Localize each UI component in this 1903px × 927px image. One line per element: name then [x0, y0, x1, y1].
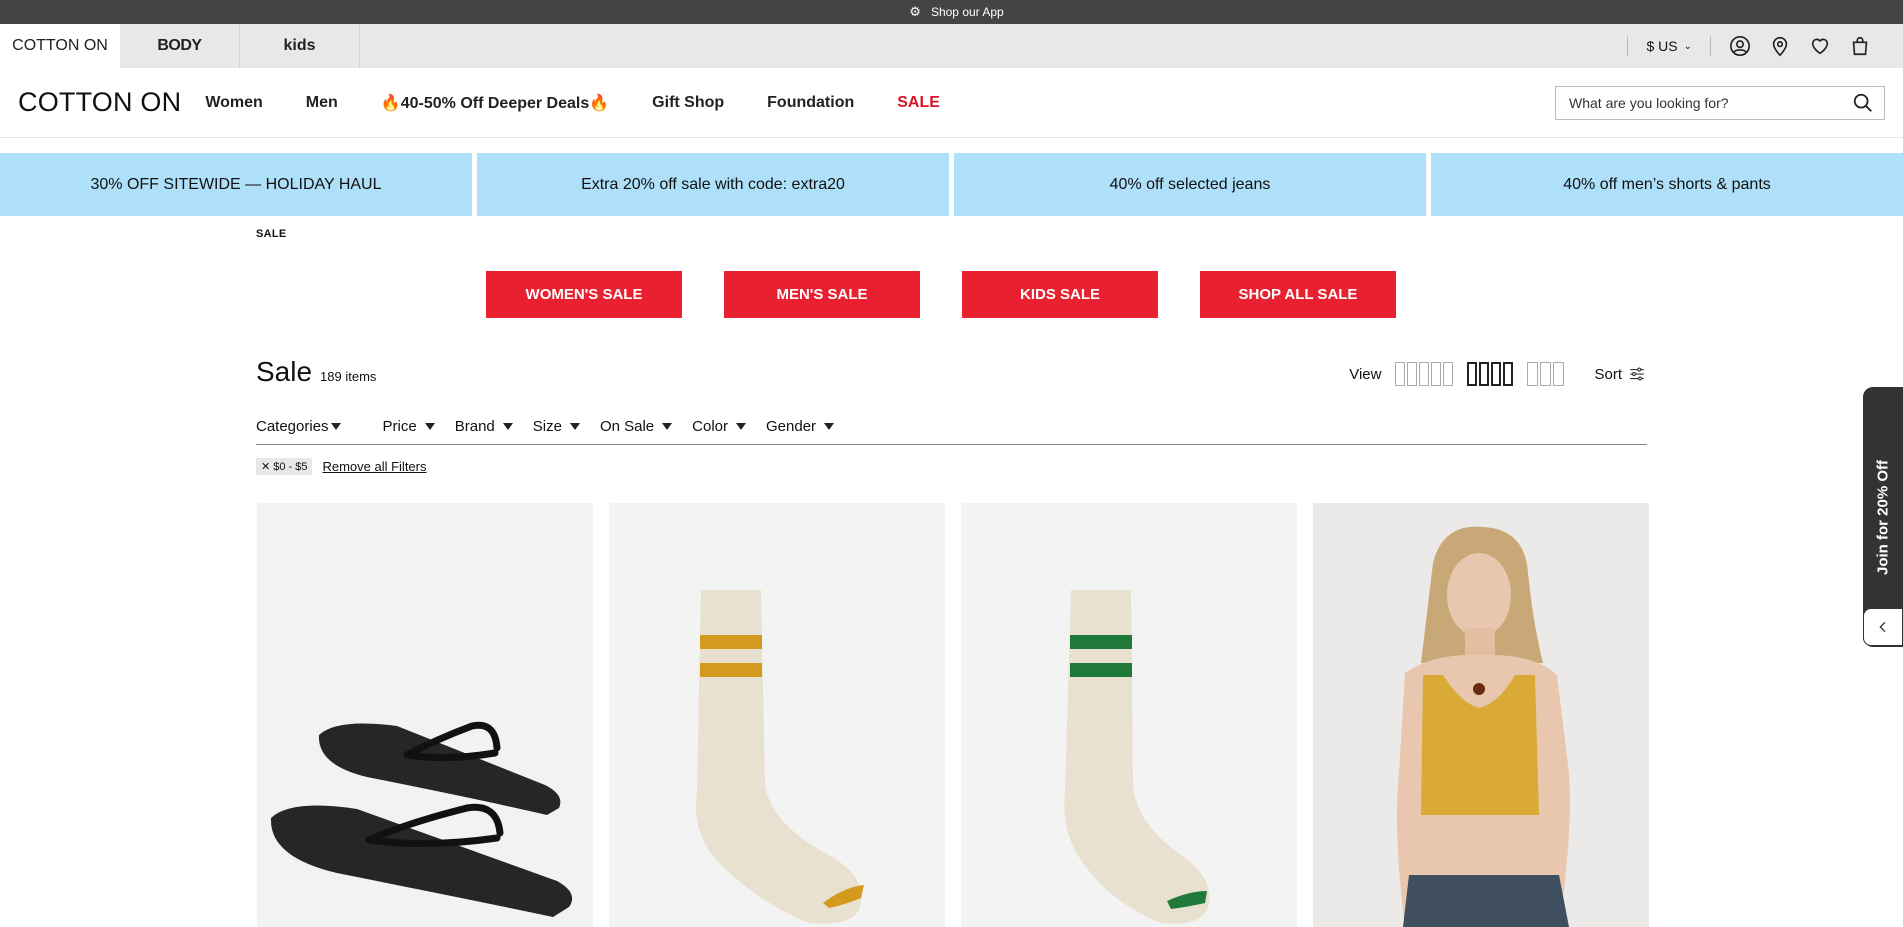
view-controls: View Sort: [1349, 362, 1646, 386]
caret-down-icon: [330, 423, 341, 430]
remove-all-filters-link[interactable]: Remove all Filters: [322, 459, 426, 474]
listing-heading: Sale 189 items: [256, 356, 376, 388]
caret-down-icon: [662, 423, 673, 430]
chip-label: $0 - $5: [273, 460, 308, 473]
join-promo-text: Join for 20% Off: [1874, 459, 1892, 575]
product-card[interactable]: [1313, 503, 1649, 927]
site-logo[interactable]: COTTON ON: [18, 87, 181, 118]
promo-banner[interactable]: 40% off selected jeans: [954, 153, 1426, 216]
brand-tabs: COTTON ON BODY kids $ US ⌄: [0, 24, 1903, 68]
utility-nav: $ US ⌄: [1627, 24, 1871, 68]
view-label: View: [1349, 365, 1382, 383]
filter-label: Color: [692, 418, 729, 435]
caret-down-icon: [736, 423, 747, 430]
caret-down-icon: [502, 423, 513, 430]
product-image: [609, 503, 945, 927]
promo-banner[interactable]: Extra 20% off sale with code: extra20: [477, 153, 949, 216]
grid-3-icon[interactable]: [1527, 362, 1565, 386]
app-promo-bar[interactable]: ⚙ Shop our App: [0, 0, 1903, 24]
item-count: 189 items: [320, 369, 377, 384]
filter-size[interactable]: Size: [533, 418, 580, 435]
chevron-down-icon: ⌄: [1683, 40, 1692, 52]
collapse-promo-button[interactable]: [1863, 608, 1903, 646]
caret-down-icon: [824, 423, 835, 430]
close-icon[interactable]: ✕: [261, 460, 270, 473]
filter-label: Size: [532, 418, 562, 435]
promo-banner[interactable]: 30% OFF SITEWIDE — HOLIDAY HAUL: [0, 153, 472, 216]
filter-label: Categories: [256, 418, 329, 435]
product-image: [1313, 503, 1649, 927]
brand-tab-kids[interactable]: kids: [240, 24, 360, 68]
android-icon: ⚙: [909, 4, 921, 19]
kids-sale-button[interactable]: KIDS SALE: [962, 271, 1158, 318]
sort-button[interactable]: Sort: [1594, 365, 1646, 383]
app-promo-text: Shop our App: [930, 5, 1004, 19]
chevron-left-icon: [1879, 621, 1886, 633]
currency-label: $ US: [1646, 38, 1678, 54]
sort-label: Sort: [1594, 365, 1622, 383]
search-icon[interactable]: [1852, 92, 1874, 114]
product-grid: [257, 503, 1649, 927]
filter-chip-price[interactable]: ✕ $0 - $5: [256, 458, 313, 475]
filter-color[interactable]: Color: [692, 418, 747, 435]
bag-icon[interactable]: [1849, 35, 1871, 57]
product-image: [257, 503, 593, 927]
filter-on-sale[interactable]: On Sale: [599, 418, 673, 435]
filter-label: Gender: [766, 418, 817, 435]
nav-item-foundation[interactable]: Foundation: [767, 94, 854, 112]
grid-5-icon[interactable]: [1395, 362, 1454, 386]
divider: [1627, 36, 1629, 56]
nav-item-women[interactable]: Women: [205, 94, 262, 112]
nav-item-gift-shop[interactable]: Gift Shop: [652, 94, 724, 112]
wishlist-icon[interactable]: [1809, 35, 1831, 57]
brand-tab-cotton-on[interactable]: COTTON ON: [0, 24, 120, 68]
filter-label: On Sale: [599, 418, 655, 435]
caret-down-icon: [424, 423, 435, 430]
filter-price[interactable]: Price: [383, 418, 435, 435]
sale-category-buttons: WOMEN'S SALE MEN'S SALE KIDS SALE SHOP A…: [486, 271, 1396, 318]
shop-all-sale-button[interactable]: SHOP ALL SALE: [1200, 271, 1396, 318]
product-card[interactable]: [257, 503, 593, 927]
nav-item-sale[interactable]: SALE: [897, 94, 940, 112]
filter-gender[interactable]: Gender: [766, 418, 835, 435]
currency-selector[interactable]: $ US ⌄: [1646, 38, 1692, 54]
filter-brand[interactable]: Brand: [455, 418, 513, 435]
nav-item-deeper-deals[interactable]: 🔥40-50% Off Deeper Deals🔥: [381, 93, 609, 113]
product-card[interactable]: [961, 503, 1297, 927]
active-filters: ✕ $0 - $5 Remove all Filters: [256, 458, 427, 475]
brand-tab-body[interactable]: BODY: [120, 24, 240, 68]
womens-sale-button[interactable]: WOMEN'S SALE: [486, 271, 682, 318]
filter-bar: Categories Price Brand Size On Sale Colo…: [256, 418, 1647, 445]
account-icon[interactable]: [1729, 35, 1751, 57]
mens-sale-button[interactable]: MEN'S SALE: [724, 271, 920, 318]
caret-down-icon: [569, 423, 580, 430]
filter-label: Brand: [454, 418, 495, 435]
divider: [1710, 36, 1711, 56]
nav-item-men[interactable]: Men: [306, 94, 338, 112]
promo-banner[interactable]: 40% off men’s shorts & pants: [1431, 153, 1903, 216]
sliders-icon: [1630, 367, 1644, 381]
page-title: Sale: [256, 356, 313, 387]
main-navigation: COTTON ON Women Men 🔥40-50% Off Deeper D…: [0, 68, 1903, 138]
search-input[interactable]: What are you looking for?: [1555, 86, 1885, 120]
breadcrumb[interactable]: SALE: [256, 228, 287, 240]
product-image: [961, 503, 1297, 927]
filter-categories[interactable]: Categories: [256, 418, 341, 435]
search-placeholder: What are you looking for?: [1569, 95, 1729, 111]
filter-label: Price: [382, 418, 417, 435]
product-card[interactable]: [609, 503, 945, 927]
promo-strip: 30% OFF SITEWIDE — HOLIDAY HAUL Extra 20…: [0, 153, 1903, 216]
grid-4-icon[interactable]: [1467, 362, 1514, 386]
store-locator-icon[interactable]: [1769, 35, 1791, 57]
